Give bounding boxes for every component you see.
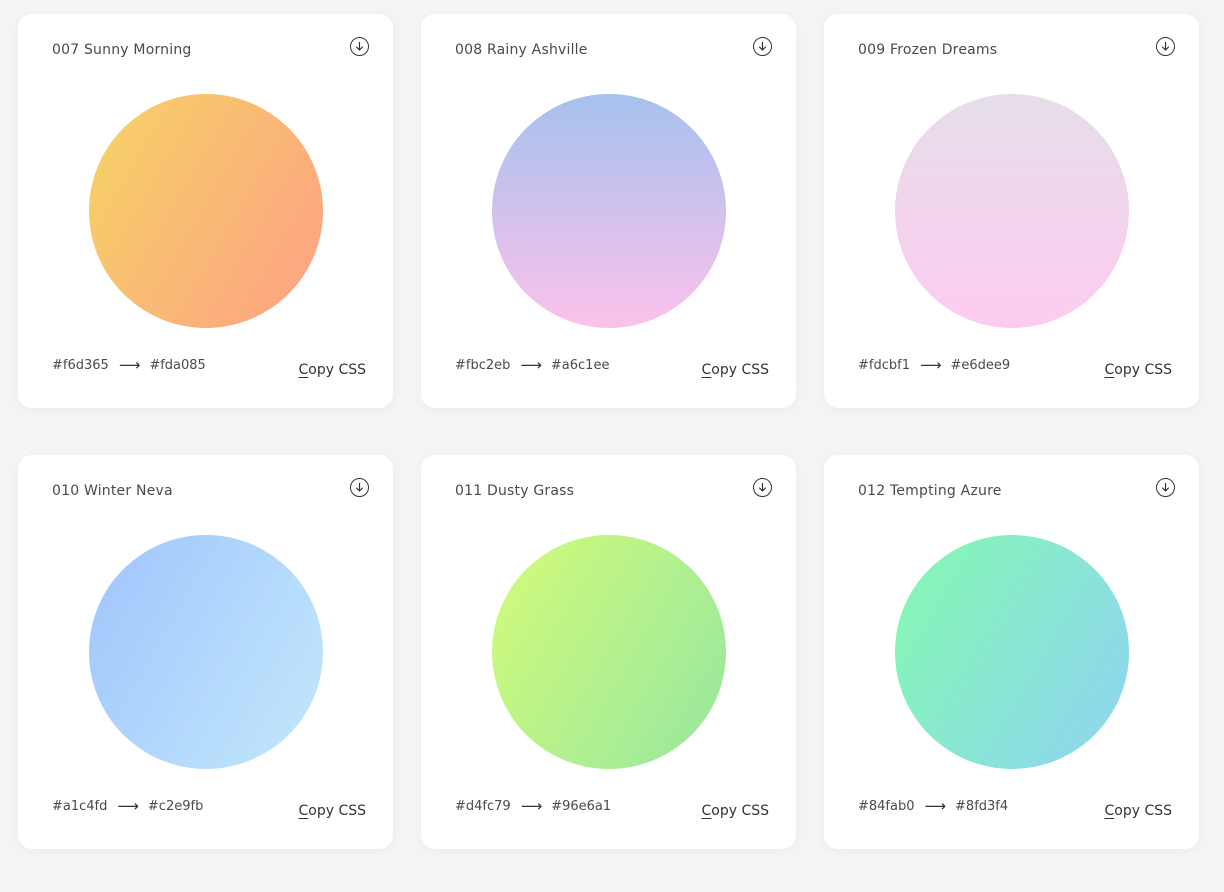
card-title: 012 Tempting Azure bbox=[858, 483, 1002, 499]
gradient-grid: 007 Sunny Morning #f6d365 ⟶ #fda085 Copy… bbox=[18, 14, 1199, 849]
gradient-card: 010 Winter Neva #a1c4fd ⟶ #c2e9fb Copy C… bbox=[18, 455, 393, 849]
gradient-swatch bbox=[895, 94, 1129, 328]
arrow-right-icon: ⟶ bbox=[117, 797, 139, 815]
arrow-right-icon: ⟶ bbox=[919, 356, 942, 374]
download-icon[interactable] bbox=[350, 37, 369, 56]
hex-row: #fdcbf1 ⟶ #e6dee9 bbox=[858, 356, 1011, 374]
copy-css-button[interactable]: Copy CSS bbox=[298, 803, 366, 819]
copy-css-button[interactable]: Copy CSS bbox=[298, 362, 366, 378]
arrow-right-icon: ⟶ bbox=[118, 356, 141, 374]
gradient-swatch bbox=[89, 94, 323, 328]
color-from: #d4fc79 bbox=[455, 799, 511, 814]
color-to: #fda085 bbox=[149, 358, 206, 373]
copy-css-button[interactable]: Copy CSS bbox=[1104, 803, 1172, 819]
color-to: #a6c1ee bbox=[550, 358, 610, 373]
color-from: #fbc2eb bbox=[455, 358, 511, 373]
download-icon[interactable] bbox=[350, 478, 369, 497]
gradient-swatch bbox=[492, 535, 726, 769]
hex-row: #f6d365 ⟶ #fda085 bbox=[52, 356, 206, 374]
color-to: #e6dee9 bbox=[950, 358, 1011, 373]
gradient-card: 011 Dusty Grass #d4fc79 ⟶ #96e6a1 Copy C… bbox=[421, 455, 796, 849]
color-to: #96e6a1 bbox=[551, 799, 612, 814]
arrow-right-icon: ⟶ bbox=[520, 356, 542, 374]
download-icon[interactable] bbox=[1156, 37, 1175, 56]
hex-row: #d4fc79 ⟶ #96e6a1 bbox=[455, 797, 612, 815]
color-from: #84fab0 bbox=[858, 799, 915, 814]
color-from: #a1c4fd bbox=[52, 799, 108, 814]
copy-css-button[interactable]: Copy CSS bbox=[1104, 362, 1172, 378]
gradient-card: 009 Frozen Dreams #fdcbf1 ⟶ #e6dee9 Copy… bbox=[824, 14, 1199, 408]
gradient-card: 007 Sunny Morning #f6d365 ⟶ #fda085 Copy… bbox=[18, 14, 393, 408]
gradient-swatch bbox=[895, 535, 1129, 769]
download-icon[interactable] bbox=[753, 478, 772, 497]
arrow-right-icon: ⟶ bbox=[520, 797, 543, 815]
download-icon[interactable] bbox=[1156, 478, 1175, 497]
card-title: 010 Winter Neva bbox=[52, 483, 173, 499]
card-title: 008 Rainy Ashville bbox=[455, 42, 588, 58]
hex-row: #84fab0 ⟶ #8fd3f4 bbox=[858, 797, 1009, 815]
color-from: #fdcbf1 bbox=[858, 358, 910, 373]
gradient-card: 008 Rainy Ashville #fbc2eb ⟶ #a6c1ee Cop… bbox=[421, 14, 796, 408]
gradient-swatch bbox=[492, 94, 726, 328]
card-title: 007 Sunny Morning bbox=[52, 42, 192, 58]
gradient-card: 012 Tempting Azure #84fab0 ⟶ #8fd3f4 Cop… bbox=[824, 455, 1199, 849]
card-title: 011 Dusty Grass bbox=[455, 483, 575, 499]
color-from: #f6d365 bbox=[52, 358, 109, 373]
copy-css-button[interactable]: Copy CSS bbox=[701, 362, 769, 378]
hex-row: #a1c4fd ⟶ #c2e9fb bbox=[52, 797, 204, 815]
download-icon[interactable] bbox=[753, 37, 772, 56]
color-to: #c2e9fb bbox=[147, 799, 204, 814]
gradient-swatch bbox=[89, 535, 323, 769]
color-to: #8fd3f4 bbox=[955, 799, 1009, 814]
hex-row: #fbc2eb ⟶ #a6c1ee bbox=[455, 356, 610, 374]
copy-css-button[interactable]: Copy CSS bbox=[701, 803, 769, 819]
arrow-right-icon: ⟶ bbox=[924, 797, 947, 815]
card-title: 009 Frozen Dreams bbox=[858, 42, 998, 58]
